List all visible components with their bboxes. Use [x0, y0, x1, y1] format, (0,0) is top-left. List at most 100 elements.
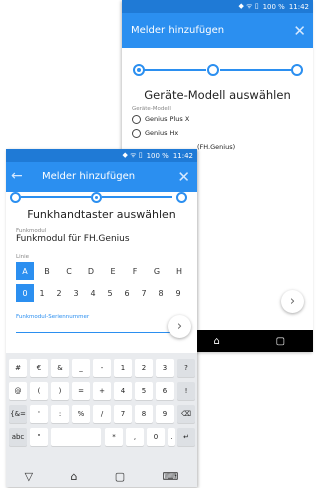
space-key[interactable]: [51, 428, 101, 446]
battery-text: 100 %: [146, 151, 169, 160]
kb-key[interactable]: /: [93, 405, 111, 423]
keyboard-icon[interactable]: ⌨: [162, 470, 178, 483]
backspace-key[interactable]: ⌫: [177, 405, 195, 423]
stepper-line: [21, 196, 91, 198]
radio-label: Genius Hx: [145, 129, 179, 137]
kb-key[interactable]: 6: [156, 382, 174, 400]
recents-nav-icon[interactable]: ▢: [276, 336, 285, 347]
step-dot-1: [133, 64, 145, 76]
linie-digit[interactable]: 8: [152, 284, 170, 302]
linie-digit[interactable]: 5: [101, 284, 119, 302]
linie-letter[interactable]: A: [16, 262, 34, 280]
next-button[interactable]: ›: [281, 290, 304, 313]
kb-key[interactable]: 2: [135, 359, 153, 377]
kb-key[interactable]: 1: [114, 359, 132, 377]
linie-digit[interactable]: 2: [50, 284, 68, 302]
linie-letter[interactable]: G: [148, 262, 166, 280]
radio-label: Genius Plus X: [145, 115, 190, 123]
kb-key[interactable]: !: [177, 382, 195, 400]
linie-letter[interactable]: C: [60, 262, 78, 280]
linie-letter[interactable]: F: [126, 262, 144, 280]
battery-text: 100 %: [262, 2, 285, 11]
linie-letter[interactable]: D: [82, 262, 100, 280]
kb-key[interactable]: ': [30, 405, 48, 423]
front-phone-screen: ◆ ᯤ ▯ 100 % 11:42 ← Melder hinzufügen ✕ …: [6, 149, 197, 487]
back-arrow-icon[interactable]: ←: [11, 168, 23, 184]
linie-letter[interactable]: H: [170, 262, 188, 280]
status-bar: ◆ ᯤ ▯ 100 % 11:42: [6, 149, 197, 162]
app-bar: ← Melder hinzufügen ✕: [6, 162, 197, 192]
radio-label: (FH.Genius): [197, 143, 236, 151]
radio-option[interactable]: Genius Plus X: [122, 112, 313, 126]
page-title: Melder hinzufügen: [131, 25, 225, 36]
kb-key[interactable]: =: [72, 382, 90, 400]
linie-picker: A B C D E F G H 0 1 2 3 4 5 6 7 8 9: [16, 260, 188, 304]
kb-key[interactable]: 0: [147, 428, 165, 446]
kb-key[interactable]: 5: [135, 382, 153, 400]
screenshot-composite: ◆ ᯤ ▯ 100 % 11:42 Melder hinzufügen ✕ Ge…: [0, 0, 313, 488]
kb-key[interactable]: €: [30, 359, 48, 377]
linie-digit[interactable]: 7: [135, 284, 153, 302]
linie-digit[interactable]: 4: [84, 284, 102, 302]
kb-key[interactable]: ?: [177, 359, 195, 377]
kb-key[interactable]: &: [51, 359, 69, 377]
linie-digit[interactable]: 1: [33, 284, 51, 302]
back-nav-icon[interactable]: ▽: [25, 470, 33, 483]
kb-key-abc[interactable]: abc: [9, 428, 27, 446]
kb-key[interactable]: ): [51, 382, 69, 400]
linie-letter[interactable]: E: [104, 262, 122, 280]
stepper: [6, 192, 197, 204]
serial-label: Funkmodul-Seriennummer: [16, 314, 90, 320]
kb-key[interactable]: 7: [114, 405, 132, 423]
stepper-line: [144, 69, 206, 71]
linie-digit[interactable]: 6: [118, 284, 136, 302]
linie-digit[interactable]: 9: [169, 284, 187, 302]
kb-key-symbols[interactable]: {&=: [9, 405, 27, 423]
linie-digit[interactable]: 0: [16, 284, 34, 302]
keyboard: # € & _ - 1 2 3 ? @ ( ) = + 4 5 6 ! {&= …: [6, 353, 197, 487]
linie-letter[interactable]: B: [38, 262, 56, 280]
close-icon[interactable]: ✕: [177, 168, 190, 186]
recents-nav-icon[interactable]: ▢: [115, 470, 125, 483]
close-icon[interactable]: ✕: [293, 22, 306, 40]
chevron-right-icon: ›: [289, 294, 296, 309]
status-time: 11:42: [172, 151, 193, 160]
module-value[interactable]: Funkmodul für FH.Genius: [6, 234, 197, 248]
kb-key[interactable]: _: [72, 359, 90, 377]
kb-key[interactable]: .: [168, 428, 175, 446]
kb-key[interactable]: +: [93, 382, 111, 400]
kb-key[interactable]: -: [93, 359, 111, 377]
signal-icon: ◆ ᯤ ▯: [238, 2, 259, 10]
kb-key[interactable]: ,: [126, 428, 144, 446]
home-nav-icon[interactable]: ⌂: [70, 470, 77, 483]
status-bar: ◆ ᯤ ▯ 100 % 11:42: [122, 0, 313, 13]
radio-option[interactable]: Genius Hx: [122, 126, 313, 140]
kb-key[interactable]: #: [9, 359, 27, 377]
kb-key[interactable]: %: [72, 405, 90, 423]
status-time: 11:42: [288, 2, 309, 11]
stepper: [122, 48, 313, 82]
kb-key[interactable]: @: [9, 382, 27, 400]
serial-input[interactable]: [16, 332, 188, 333]
kb-key[interactable]: 4: [114, 382, 132, 400]
kb-key[interactable]: 8: [135, 405, 153, 423]
radio-icon[interactable]: [132, 128, 141, 138]
linie-digit[interactable]: 3: [67, 284, 85, 302]
stepper-line: [220, 69, 292, 71]
step-dot-2: [91, 192, 102, 203]
enter-key[interactable]: ↵: [177, 428, 195, 446]
step-dot-3: [176, 192, 187, 203]
radio-icon[interactable]: [132, 114, 141, 124]
signal-icon: ◆ ᯤ ▯: [122, 151, 143, 159]
nav-bar: ▽ ⌂ ▢ ⌨: [6, 465, 197, 487]
stepper-line: [102, 196, 172, 198]
kb-key[interactable]: ": [30, 428, 48, 446]
kb-key[interactable]: 9: [156, 405, 174, 423]
kb-key[interactable]: :: [51, 405, 69, 423]
kb-key[interactable]: (: [30, 382, 48, 400]
next-button[interactable]: ›: [168, 315, 191, 338]
step-dot-1: [10, 192, 21, 203]
kb-key[interactable]: *: [105, 428, 123, 446]
home-nav-icon[interactable]: ⌂: [213, 336, 219, 347]
kb-key[interactable]: 3: [156, 359, 174, 377]
